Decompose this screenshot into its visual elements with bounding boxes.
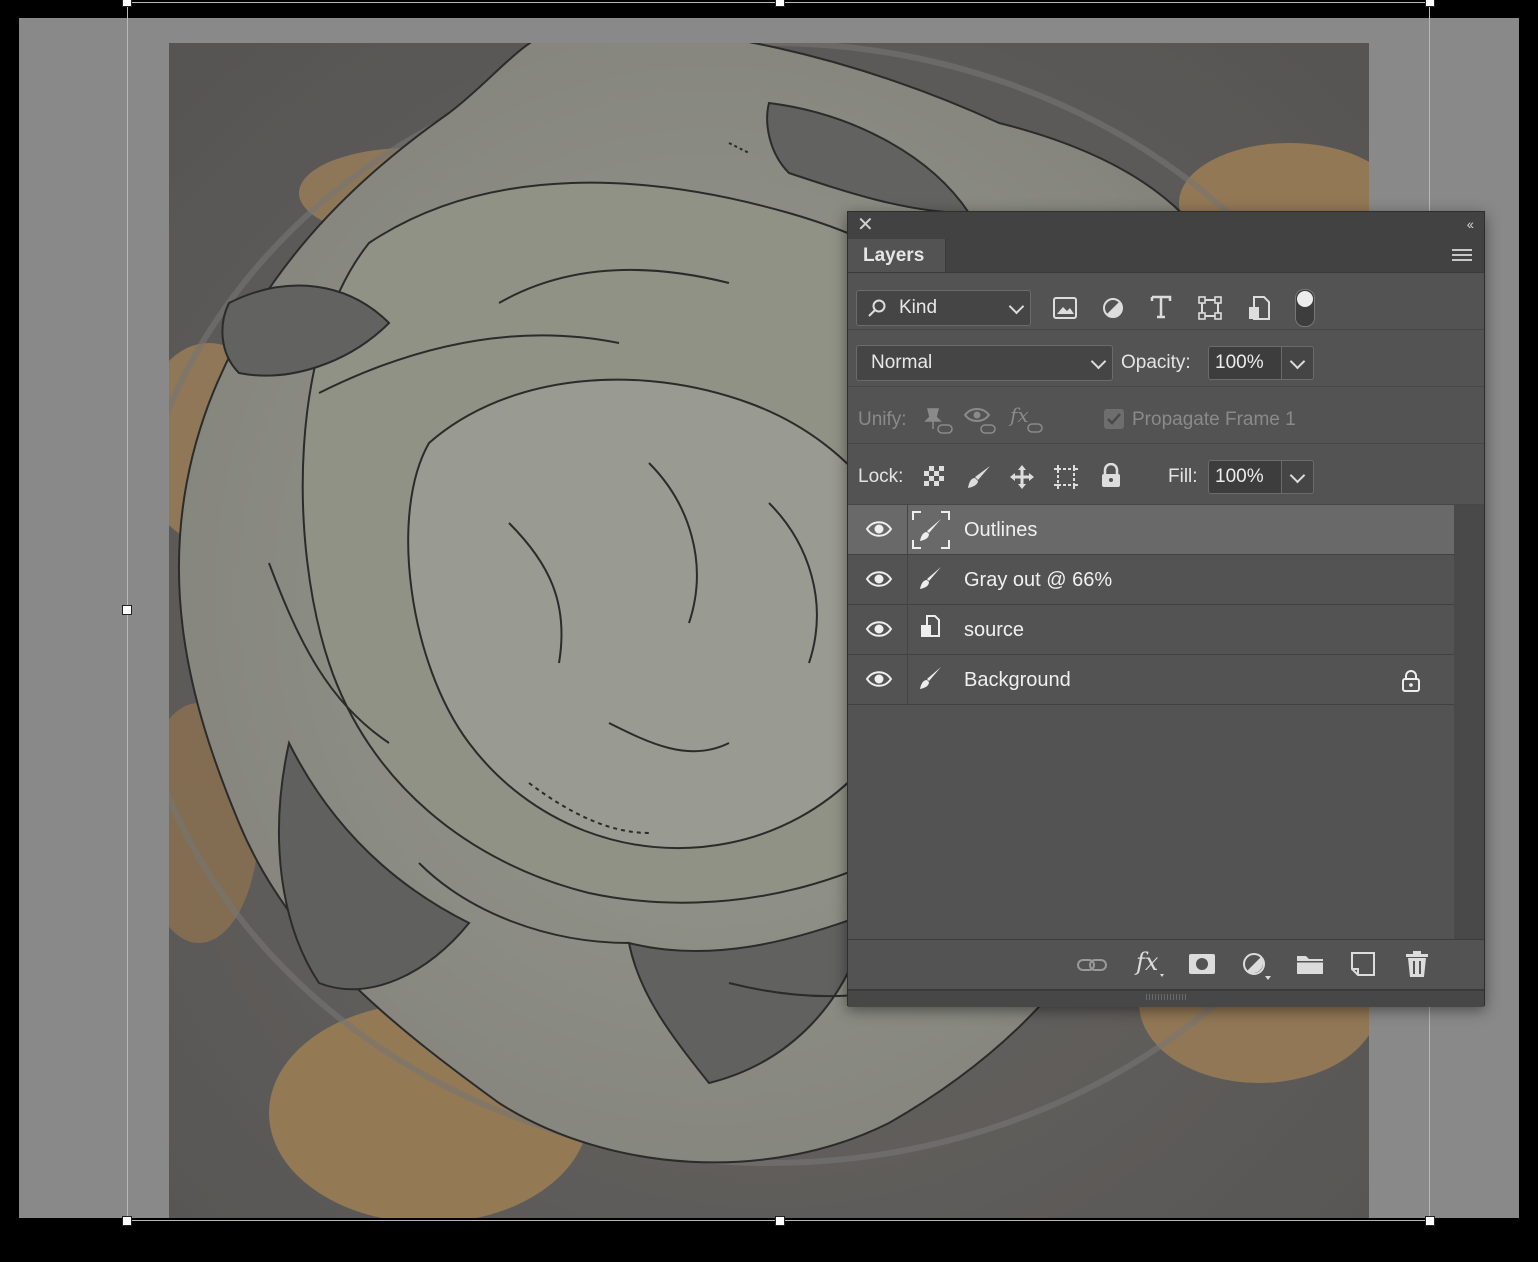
fill-input[interactable]: 100%	[1208, 460, 1282, 494]
tab-layers-label: Layers	[863, 245, 925, 266]
filter-row: Kind	[848, 273, 1484, 330]
layer-style-fx-icon[interactable]: fx	[1134, 948, 1168, 980]
transform-handle-top-right[interactable]	[1425, 0, 1435, 7]
blend-mode-value: Normal	[871, 352, 933, 373]
layers-panel: ✕ ‹‹ Layers Kind Normal Opacity: 100% Un…	[847, 211, 1485, 1007]
transform-handle-bottom-right[interactable]	[1425, 1216, 1435, 1226]
fill-dropdown-button[interactable]	[1282, 460, 1314, 494]
brush-mask-icon[interactable]	[911, 510, 951, 550]
blend-row: Normal Opacity: 100%	[848, 330, 1484, 387]
unify-style-icon[interactable]: fx	[1008, 402, 1044, 434]
search-icon	[867, 291, 887, 325]
lock-position-icon[interactable]	[1008, 463, 1036, 491]
smart-object-filter-icon[interactable]	[1248, 296, 1270, 320]
lock-transparency-icon[interactable]	[923, 465, 945, 487]
eye-icon[interactable]	[865, 519, 893, 544]
unify-position-icon[interactable]	[920, 405, 954, 435]
blend-mode-dropdown[interactable]: Normal	[856, 345, 1113, 381]
layer-name: Outlines	[964, 519, 1038, 541]
svg-text:fx: fx	[1134, 948, 1159, 976]
layer-lock-icon[interactable]	[1400, 669, 1422, 698]
panel-resize-strip[interactable]	[848, 989, 1484, 1007]
image-filter-icon[interactable]	[1053, 297, 1077, 319]
shape-filter-icon[interactable]	[1198, 296, 1222, 320]
add-mask-icon[interactable]	[1188, 952, 1216, 976]
transform-handle-top-left[interactable]	[122, 0, 132, 7]
filter-toggle-switch[interactable]	[1295, 289, 1315, 327]
transform-handle-top[interactable]	[775, 0, 785, 7]
layer-separator	[907, 655, 908, 705]
smart-object-icon[interactable]	[911, 610, 951, 650]
chevron-down-icon	[1090, 353, 1107, 370]
link-layers-icon[interactable]	[1076, 954, 1108, 976]
chevron-down-icon	[1289, 467, 1306, 484]
panel-tab-row: Layers	[848, 239, 1484, 273]
new-group-folder-icon[interactable]	[1296, 952, 1324, 976]
transform-handle-bottom[interactable]	[775, 1216, 785, 1226]
layer-row-source[interactable]: source	[848, 605, 1454, 655]
chevron-down-icon	[1289, 353, 1306, 370]
layer-row-outlines[interactable]: Outlines	[848, 505, 1454, 555]
propagate-frame-label: Propagate Frame 1	[1132, 409, 1296, 430]
propagate-frame-checkbox[interactable]	[1103, 408, 1125, 430]
panel-titlebar[interactable]: ✕ ‹‹	[848, 212, 1484, 239]
lock-label: Lock:	[858, 466, 904, 487]
unify-row: Unify: fx Propagate Frame 1	[848, 387, 1484, 444]
opacity-label: Opacity:	[1121, 352, 1191, 373]
new-layer-icon[interactable]	[1350, 951, 1376, 977]
panel-menu-icon[interactable]	[1452, 249, 1472, 264]
brush-icon[interactable]	[911, 660, 951, 700]
delete-layer-icon[interactable]	[1405, 950, 1429, 978]
brush-icon[interactable]	[911, 560, 951, 600]
eye-icon[interactable]	[865, 569, 893, 594]
layer-name: source	[964, 619, 1025, 641]
transform-handle-left[interactable]	[122, 605, 132, 615]
lock-pixels-icon[interactable]	[966, 464, 992, 490]
tab-layers[interactable]: Layers	[848, 239, 946, 272]
layer-row-background[interactable]: Background	[848, 655, 1454, 705]
new-adjustment-layer-icon[interactable]	[1241, 951, 1273, 981]
chevron-down-icon	[1008, 298, 1025, 315]
opacity-input[interactable]: 100%	[1208, 346, 1282, 380]
lock-artboard-icon[interactable]	[1052, 463, 1080, 491]
lock-all-icon[interactable]	[1100, 463, 1122, 489]
type-filter-icon[interactable]	[1150, 295, 1172, 319]
layers-scrollbar[interactable]	[1454, 505, 1484, 939]
collapse-panel-icon[interactable]: ‹‹	[1467, 216, 1474, 232]
layers-list: Outlines Gray out @ 66% source Backgroun…	[848, 505, 1454, 939]
unify-label: Unify:	[858, 409, 907, 430]
layers-bottom-toolbar: fx	[848, 939, 1484, 990]
resize-grip-icon[interactable]	[1146, 994, 1186, 1000]
transform-handle-bottom-left[interactable]	[122, 1216, 132, 1226]
layer-separator	[907, 605, 908, 655]
eye-icon[interactable]	[865, 669, 893, 694]
layer-separator	[907, 505, 908, 555]
svg-text:fx: fx	[1008, 403, 1029, 427]
lock-row: Lock: Fill: 100%	[848, 444, 1484, 505]
filter-kind-dropdown[interactable]: Kind	[856, 290, 1031, 326]
layer-row-gray-out[interactable]: Gray out @ 66%	[848, 555, 1454, 605]
filter-kind-label: Kind	[899, 297, 938, 318]
close-icon[interactable]: ✕	[857, 214, 874, 236]
fill-label: Fill:	[1168, 466, 1198, 487]
unify-visibility-icon[interactable]	[963, 405, 997, 435]
layer-name: Background	[964, 669, 1071, 691]
opacity-dropdown-button[interactable]	[1282, 346, 1314, 380]
eye-icon[interactable]	[865, 619, 893, 644]
layer-name: Gray out @ 66%	[964, 569, 1113, 591]
adjustment-filter-icon[interactable]	[1102, 297, 1124, 319]
layer-separator	[907, 555, 908, 605]
